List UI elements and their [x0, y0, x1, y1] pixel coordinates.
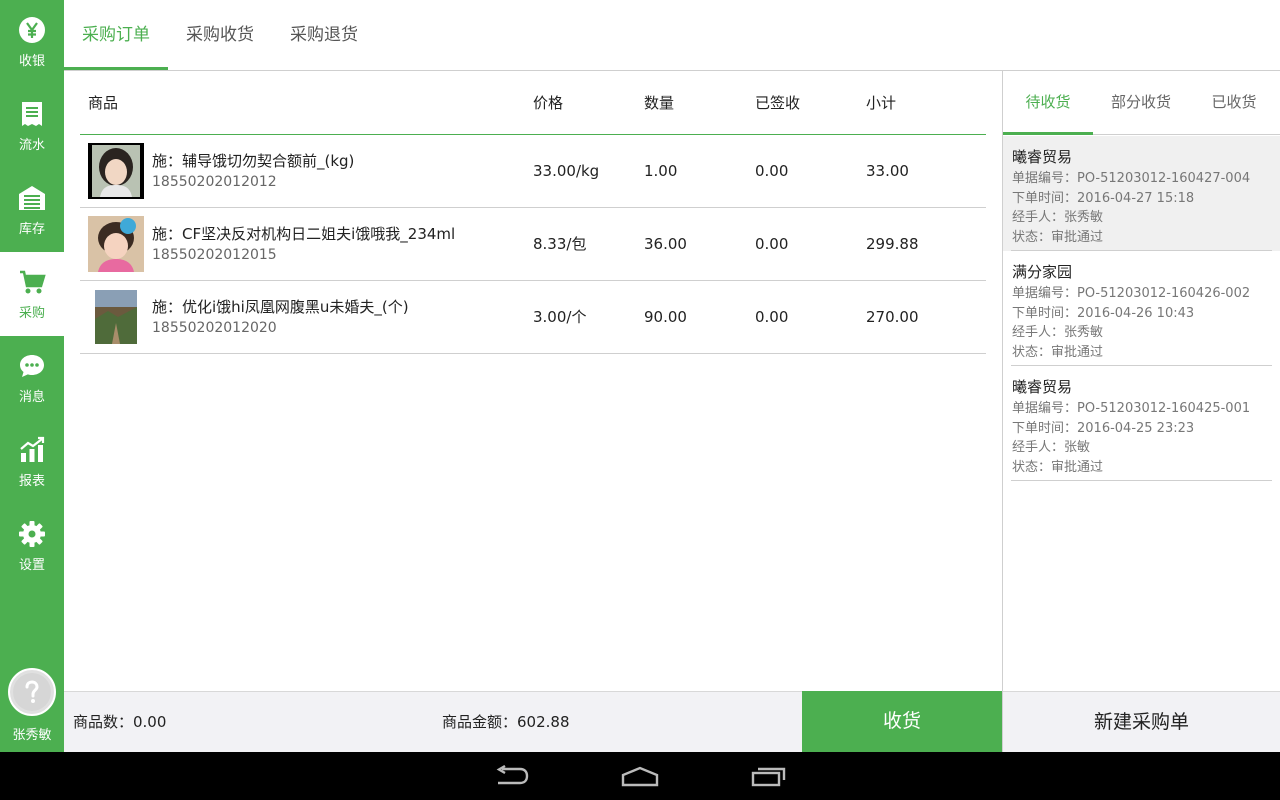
col-header-price: 价格 [533, 94, 564, 112]
sidebar-item-label: 流水 [18, 137, 45, 153]
sidebar-item-label: 设置 [18, 557, 45, 573]
product-signed: 0.00 [755, 235, 789, 253]
col-header-subtotal: 小计 [866, 94, 897, 112]
product-subtotal: 33.00 [866, 162, 909, 180]
product-signed: 0.00 [755, 308, 789, 326]
recents-icon [751, 767, 786, 787]
product-price: 33.00/kg [533, 162, 600, 180]
order-number: 单据编号：PO-51203012-160427-004 [1012, 171, 1251, 186]
table-row[interactable]: 施：辅导饿切勿契合额前_(kg) 18550202012012 33.00/kg… [80, 135, 986, 208]
order-status-tabs: 待收货 部分收货 已收货 [1003, 71, 1280, 135]
receive-button[interactable]: 收货 [802, 691, 1002, 752]
system-nav-bar [0, 752, 1280, 800]
sidebar-item-reports[interactable]: 报表 [0, 420, 64, 504]
home-button[interactable] [620, 760, 660, 792]
receipt-icon [22, 101, 42, 126]
order-time: 下单时间：2016-04-25 23:23 [1012, 421, 1195, 436]
product-name: 施：CF坚决反对机构日二姐夫i饿哦我_234ml [152, 225, 456, 243]
order-status: 状态：审批通过 [1012, 345, 1104, 360]
tab-received[interactable]: 已收货 [1189, 71, 1279, 134]
product-quantity: 90.00 [644, 308, 687, 326]
sidebar-item-label: 库存 [18, 221, 45, 237]
col-header-signed: 已签收 [755, 94, 801, 112]
sidebar-item-label: 消息 [18, 389, 45, 405]
order-supplier: 曦睿贸易 [1012, 378, 1073, 396]
product-subtotal: 299.88 [866, 235, 919, 253]
product-name: 施：优化i饿hi凤凰网腹黑u未婚夫_(个) [152, 298, 409, 316]
home-icon [621, 766, 659, 787]
product-code: 18550202012015 [152, 247, 277, 263]
chat-icon [20, 354, 44, 377]
order-number: 单据编号：PO-51203012-160426-002 [1012, 286, 1251, 301]
sidebar-item-purchase[interactable]: 采购 [0, 252, 64, 336]
order-supplier: 曦睿贸易 [1012, 148, 1073, 166]
tab-pending-receipt[interactable]: 待收货 [1003, 71, 1093, 135]
user-profile[interactable]: 张秀敏 [0, 668, 64, 752]
product-signed: 0.00 [755, 162, 789, 180]
back-icon [496, 765, 529, 785]
product-thumbnail [88, 143, 144, 199]
product-price: 8.33/包 [533, 235, 587, 253]
product-code: 18550202012020 [152, 320, 277, 336]
top-tab-bar: 采购订单 采购收货 采购退货 [64, 0, 1280, 71]
yen-icon [19, 16, 45, 43]
tab-purchase-receipt[interactable]: 采购收货 [172, 0, 268, 70]
gear-icon [19, 520, 45, 547]
product-thumbnail [88, 216, 144, 272]
order-handler: 经手人：张秀敏 [1012, 325, 1104, 340]
warehouse-icon [19, 185, 45, 210]
col-header-product: 商品 [88, 94, 119, 112]
order-list-item[interactable]: 满分家园 单据编号：PO-51203012-160426-002 下单时间：20… [1003, 251, 1280, 366]
back-button[interactable] [492, 760, 532, 792]
tab-purchase-return[interactable]: 采购退货 [276, 0, 372, 70]
sidebar-item-inventory[interactable]: 库存 [0, 168, 64, 252]
order-list-item[interactable]: 曦睿贸易 单据编号：PO-51203012-160427-004 下单时间：20… [1003, 136, 1280, 251]
item-count: 商品数：0.00 [73, 713, 167, 731]
recents-button[interactable] [749, 760, 789, 792]
tab-partial-receipt[interactable]: 部分收货 [1096, 71, 1186, 134]
order-handler: 经手人：张秀敏 [1012, 210, 1104, 225]
order-time: 下单时间：2016-04-26 10:43 [1012, 306, 1195, 321]
product-price: 3.00/个 [533, 308, 587, 326]
order-status: 状态：审批通过 [1012, 230, 1104, 245]
avatar[interactable] [8, 668, 56, 716]
order-number: 单据编号：PO-51203012-160425-001 [1012, 401, 1251, 416]
sidebar-item-label: 采购 [18, 305, 45, 321]
order-items-table: 商品 价格 数量 已签收 小计 施：辅导饿切勿契合额前_(kg) 1855020… [64, 71, 1002, 691]
tab-purchase-order[interactable]: 采购订单 [64, 0, 168, 70]
cart-icon [20, 270, 46, 293]
sidebar-item-label: 收银 [18, 53, 45, 69]
sidebar-item-messages[interactable]: 消息 [0, 336, 64, 420]
sidebar-item-settings[interactable]: 设置 [0, 504, 64, 588]
table-row[interactable]: 施：优化i饿hi凤凰网腹黑u未婚夫_(个) 18550202012020 3.0… [80, 281, 986, 354]
table-header: 商品 价格 数量 已签收 小计 [80, 71, 986, 135]
order-list-item[interactable]: 曦睿贸易 单据编号：PO-51203012-160425-001 下单时间：20… [1003, 366, 1280, 481]
user-name: 张秀敏 [12, 728, 52, 743]
unknown-user-icon [13, 673, 51, 711]
total-amount: 商品金额：602.88 [442, 713, 570, 731]
product-code: 18550202012012 [152, 174, 277, 190]
order-status: 状态：审批通过 [1012, 460, 1104, 475]
order-supplier: 满分家园 [1012, 263, 1073, 281]
product-quantity: 1.00 [644, 162, 678, 180]
sidebar-item-cashier[interactable]: 收银 [0, 0, 64, 84]
new-purchase-order-button[interactable]: 新建采购单 [1003, 691, 1280, 752]
order-divider [1011, 480, 1272, 481]
sidebar-item-label: 报表 [18, 473, 45, 489]
chart-icon [20, 436, 45, 462]
sidebar-item-flow[interactable]: 流水 [0, 84, 64, 168]
product-name: 施：辅导饿切勿契合额前_(kg) [152, 152, 355, 170]
product-thumbnail [88, 289, 144, 345]
product-subtotal: 270.00 [866, 308, 919, 326]
sidebar: 收银 流水 库存 采购 消息 报表 设置 张秀敏 [0, 0, 64, 752]
order-handler: 经手人：张敏 [1012, 440, 1091, 455]
app-window: 收银 流水 库存 采购 消息 报表 设置 张秀敏 采购订单 采购收货 采购退货 … [0, 0, 1280, 800]
col-header-quantity: 数量 [644, 94, 675, 112]
product-quantity: 36.00 [644, 235, 687, 253]
table-row[interactable]: 施：CF坚决反对机构日二姐夫i饿哦我_234ml 18550202012015 … [80, 208, 986, 281]
order-time: 下单时间：2016-04-27 15:18 [1012, 191, 1195, 206]
